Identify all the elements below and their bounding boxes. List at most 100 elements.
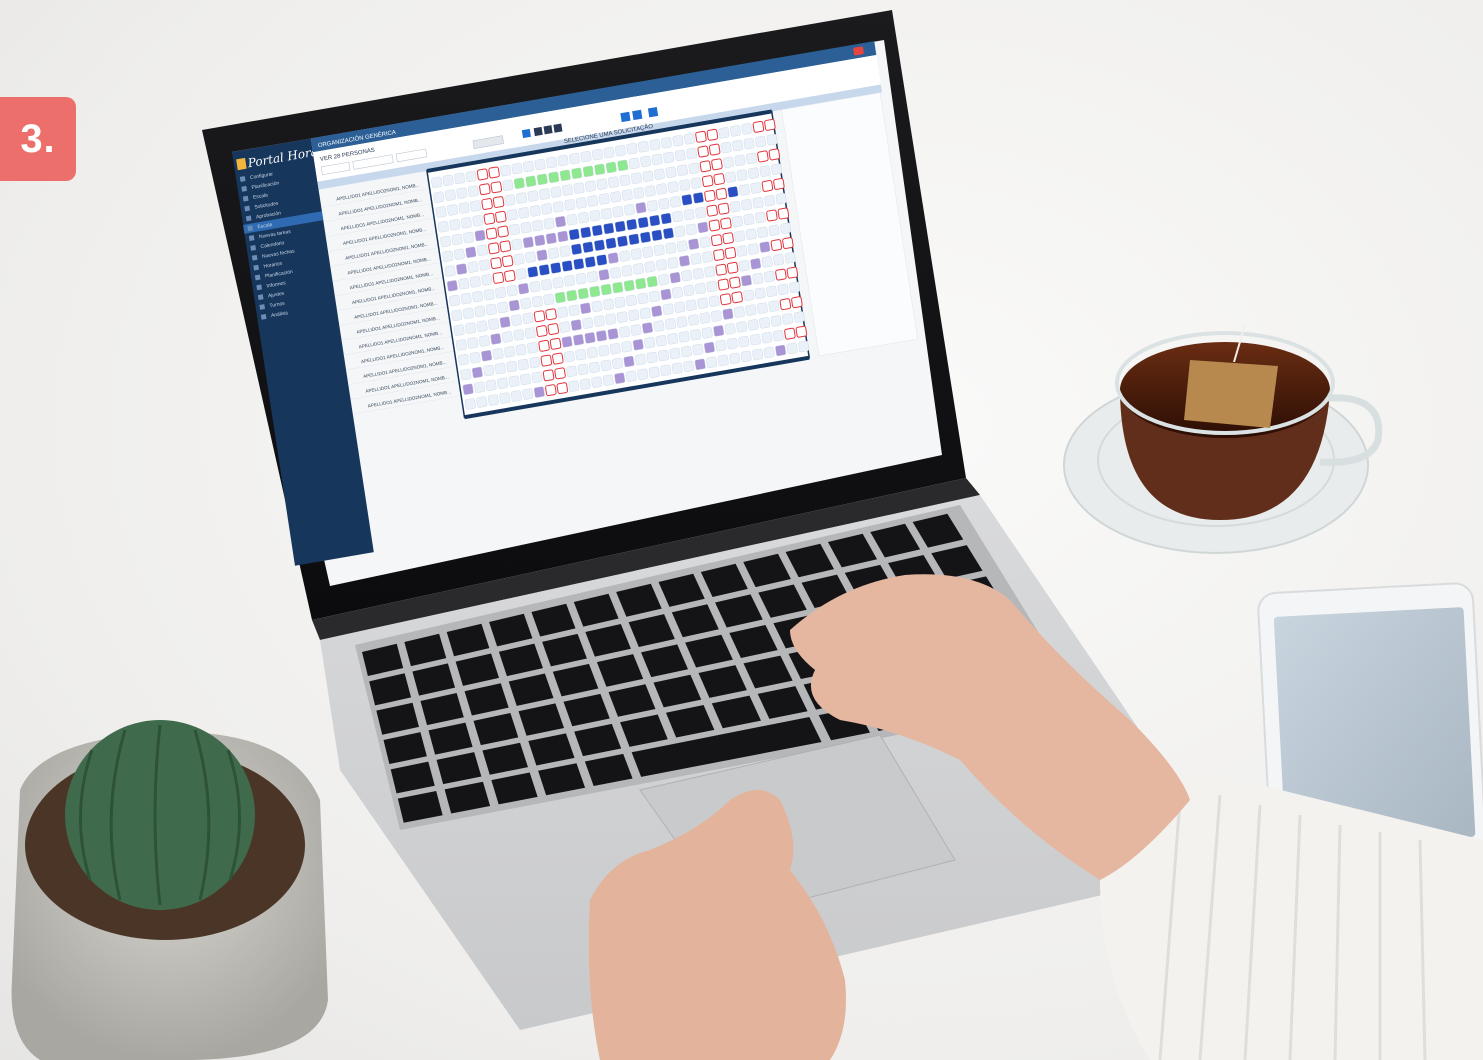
- schedule-cell[interactable]: [708, 295, 720, 307]
- schedule-cell[interactable]: [798, 340, 810, 353]
- schedule-cell[interactable]: [506, 360, 518, 373]
- schedule-cell[interactable]: [573, 334, 584, 346]
- schedule-cell[interactable]: [541, 203, 553, 215]
- schedule-cell[interactable]: [628, 309, 640, 321]
- schedule-cell[interactable]: [681, 194, 693, 206]
- schedule-cell[interactable]: [651, 229, 663, 241]
- schedule-cell[interactable]: [715, 339, 727, 352]
- schedule-cell[interactable]: [764, 118, 776, 131]
- schedule-cell[interactable]: [771, 163, 783, 175]
- schedule-cell[interactable]: [759, 165, 771, 177]
- schedule-cell[interactable]: [724, 323, 736, 335]
- schedule-cell[interactable]: [713, 173, 725, 186]
- schedule-cell[interactable]: [495, 287, 507, 299]
- schedule-cell[interactable]: [509, 223, 520, 236]
- schedule-cell[interactable]: [483, 289, 495, 301]
- schedule-cell[interactable]: [472, 215, 484, 227]
- schedule-cell[interactable]: [678, 331, 690, 343]
- schedule-cell[interactable]: [573, 258, 585, 270]
- schedule-cell[interactable]: [674, 301, 686, 313]
- schedule-cell[interactable]: [662, 303, 674, 315]
- schedule-cell[interactable]: [722, 156, 734, 168]
- schedule-cell[interactable]: [759, 317, 771, 329]
- schedule-cell[interactable]: [527, 190, 539, 202]
- schedule-cell[interactable]: [543, 218, 555, 230]
- schedule-cell[interactable]: [568, 380, 580, 392]
- schedule-cell[interactable]: [695, 282, 706, 295]
- schedule-cell[interactable]: [688, 238, 700, 250]
- user-icon[interactable]: [553, 123, 563, 133]
- schedule-cell[interactable]: [612, 206, 624, 218]
- schedule-cell[interactable]: [469, 352, 481, 364]
- schedule-cell[interactable]: [532, 219, 543, 232]
- schedule-cell[interactable]: [608, 176, 619, 188]
- schedule-cell[interactable]: [695, 130, 707, 143]
- schedule-cell[interactable]: [479, 183, 491, 196]
- schedule-cell[interactable]: [545, 308, 557, 321]
- schedule-cell[interactable]: [601, 208, 612, 220]
- schedule-cell[interactable]: [525, 175, 537, 187]
- schedule-cell[interactable]: [642, 322, 653, 334]
- schedule-cell[interactable]: [603, 298, 614, 310]
- schedule-cell[interactable]: [749, 334, 761, 346]
- schedule-cell[interactable]: [568, 304, 580, 316]
- schedule-cell[interactable]: [433, 191, 445, 203]
- schedule-cell[interactable]: [633, 263, 644, 275]
- schedule-cell[interactable]: [761, 332, 773, 344]
- schedule-cell[interactable]: [688, 314, 699, 326]
- schedule-cell[interactable]: [630, 324, 642, 336]
- schedule-cell[interactable]: [602, 374, 614, 386]
- schedule-cell[interactable]: [592, 148, 603, 161]
- schedule-cell[interactable]: [653, 244, 665, 256]
- schedule-cell[interactable]: [656, 183, 668, 195]
- schedule-cell[interactable]: [554, 367, 566, 380]
- schedule-cell[interactable]: [561, 336, 573, 348]
- schedule-cell[interactable]: [501, 255, 514, 268]
- schedule-cell[interactable]: [706, 356, 718, 369]
- schedule-cell[interactable]: [766, 209, 778, 222]
- schedule-cell[interactable]: [511, 314, 523, 326]
- schedule-cell[interactable]: [571, 243, 582, 255]
- schedule-cell[interactable]: [504, 194, 516, 206]
- schedule-cell[interactable]: [600, 283, 612, 296]
- schedule-cell[interactable]: [449, 294, 461, 307]
- schedule-cell[interactable]: [561, 260, 573, 272]
- schedule-cell[interactable]: [610, 267, 621, 279]
- schedule-cell[interactable]: [548, 247, 559, 259]
- schedule-cell[interactable]: [750, 258, 762, 270]
- schedule-cell[interactable]: [623, 279, 635, 292]
- schedule-cell[interactable]: [670, 196, 681, 208]
- schedule-cell[interactable]: [731, 291, 743, 304]
- schedule-cell[interactable]: [591, 300, 603, 312]
- schedule-cell[interactable]: [637, 292, 649, 305]
- schedule-cell[interactable]: [619, 250, 631, 262]
- schedule-cell[interactable]: [529, 281, 541, 293]
- schedule-cell[interactable]: [748, 167, 760, 179]
- schedule-cell[interactable]: [497, 301, 509, 314]
- schedule-cell[interactable]: [720, 217, 732, 230]
- schedule-cell[interactable]: [587, 271, 598, 283]
- schedule-cell[interactable]: [674, 149, 686, 162]
- schedule-cell[interactable]: [469, 276, 481, 288]
- schedule-cell[interactable]: [793, 311, 805, 323]
- schedule-cell[interactable]: [485, 227, 498, 240]
- schedule-cell[interactable]: [575, 348, 587, 361]
- schedule-cell[interactable]: [474, 229, 486, 242]
- schedule-cell[interactable]: [577, 287, 589, 300]
- schedule-cell[interactable]: [435, 206, 447, 218]
- schedule-cell[interactable]: [706, 280, 718, 293]
- schedule-cell[interactable]: [711, 158, 723, 171]
- schedule-cell[interactable]: [761, 180, 774, 192]
- schedule-cell[interactable]: [663, 151, 675, 164]
- schedule-cell[interactable]: [490, 181, 503, 194]
- schedule-cell[interactable]: [546, 156, 557, 169]
- schedule-cell[interactable]: [555, 216, 566, 228]
- edit-icon[interactable]: [521, 128, 531, 139]
- schedule-cell[interactable]: [734, 230, 746, 242]
- schedule-cell[interactable]: [582, 317, 594, 329]
- schedule-cell[interactable]: [569, 152, 580, 165]
- schedule-cell[interactable]: [495, 210, 507, 223]
- schedule-cell[interactable]: [782, 313, 794, 325]
- schedule-cell[interactable]: [743, 289, 755, 301]
- schedule-cell[interactable]: [476, 320, 488, 332]
